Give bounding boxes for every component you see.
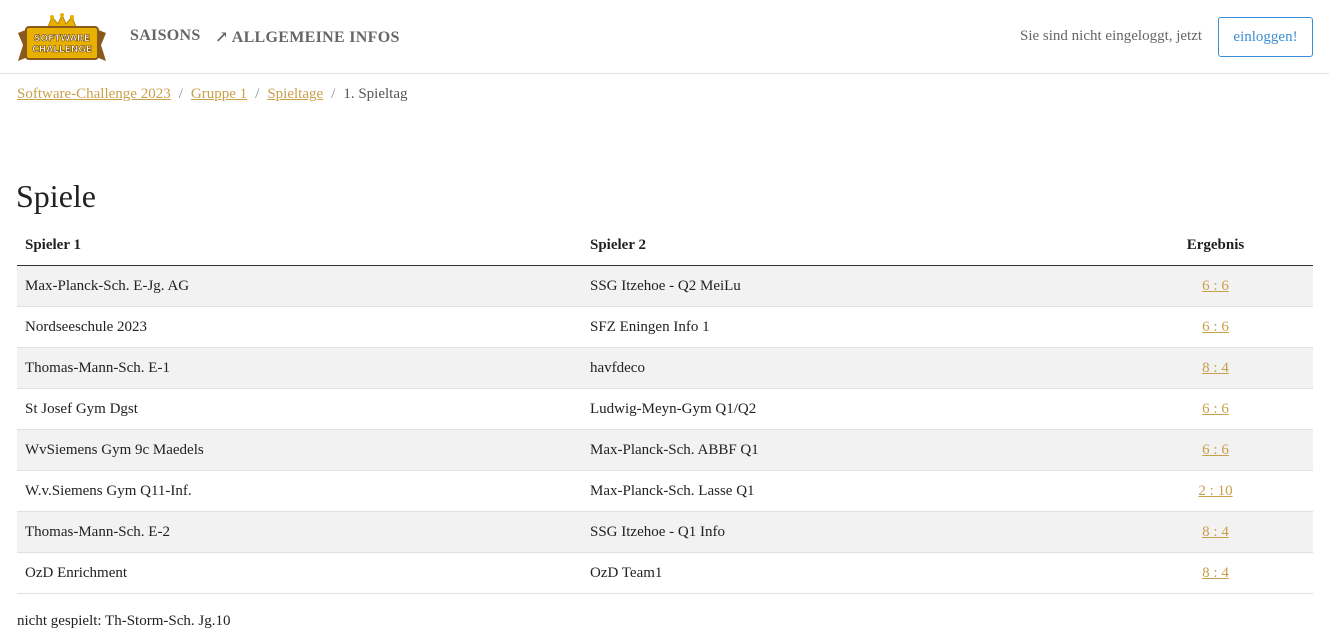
player-2-cell: OzD Team1	[582, 552, 1118, 594]
result-cell: 6 : 6	[1118, 265, 1313, 307]
games-table: Spieler 1 Spieler 2 Ergebnis Max-Planck-…	[17, 225, 1313, 594]
nav-saisons-link[interactable]: SAISONS	[130, 27, 201, 45]
result-cell: 8 : 4	[1118, 511, 1313, 553]
table-row: Max-Planck-Sch. E-Jg. AG SSG Itzehoe - Q…	[17, 265, 1313, 307]
table-row: Thomas-Mann-Sch. E-1 havfdeco 8 : 4	[17, 347, 1313, 389]
player-1-cell: WvSiemens Gym 9c Maedels	[17, 429, 582, 471]
breadcrumb-separator: /	[178, 86, 183, 102]
table-row: Nordseeschule 2023 SFZ Eningen Info 1 6 …	[17, 306, 1313, 348]
player-2-cell: SFZ Eningen Info 1	[582, 306, 1118, 348]
breadcrumb-season-link[interactable]: Software-Challenge 2023	[17, 86, 171, 102]
table-row: W.v.Siemens Gym Q11-Inf. Max-Planck-Sch.…	[17, 470, 1313, 512]
software-challenge-logo[interactable]: SOFTWARE CHALLENGE	[16, 13, 108, 63]
nav-allgemeine-infos-link[interactable]: ↗ ALLGEMEINE INFOS	[215, 27, 400, 47]
result-link[interactable]: 8 : 4	[1202, 565, 1229, 581]
result-link[interactable]: 6 : 6	[1202, 319, 1229, 335]
player-1-cell: Nordseeschule 2023	[17, 306, 582, 348]
table-row: OzD Enrichment OzD Team1 8 : 4	[17, 552, 1313, 594]
header-player-1: Spieler 1	[17, 225, 582, 266]
breadcrumb-separator: /	[331, 86, 336, 102]
player-2-cell: SSG Itzehoe - Q2 MeiLu	[582, 265, 1118, 307]
not-played-note: nicht gespielt: Th-Storm-Sch. Jg.10	[17, 613, 231, 629]
result-link[interactable]: 2 : 10	[1198, 483, 1232, 499]
result-link[interactable]: 8 : 4	[1202, 524, 1229, 540]
breadcrumb: Software-Challenge 2023 / Gruppe 1 / Spielta…	[17, 86, 407, 103]
player-1-cell: Thomas-Mann-Sch. E-1	[17, 347, 582, 389]
header-player-2: Spieler 2	[582, 225, 1118, 266]
breadcrumb-current: 1. Spieltag	[343, 86, 408, 102]
player-2-cell: Ludwig-Meyn-Gym Q1/Q2	[582, 388, 1118, 430]
result-link[interactable]: 6 : 6	[1202, 278, 1229, 294]
player-1-cell: St Josef Gym Dgst	[17, 388, 582, 430]
result-cell: 8 : 4	[1118, 552, 1313, 594]
table-row: WvSiemens Gym 9c Maedels Max-Planck-Sch.…	[17, 429, 1313, 471]
logo-text-top: SOFTWARE	[34, 34, 90, 44]
result-cell: 6 : 6	[1118, 306, 1313, 348]
table-row: St Josef Gym Dgst Ludwig-Meyn-Gym Q1/Q2 …	[17, 388, 1313, 430]
breadcrumb-matchdays-link[interactable]: Spieltage	[267, 86, 323, 102]
breadcrumb-group-link[interactable]: Gruppe 1	[191, 86, 247, 102]
result-cell: 8 : 4	[1118, 347, 1313, 389]
breadcrumb-separator: /	[255, 86, 260, 102]
page-title: Spiele	[16, 178, 96, 214]
player-2-cell: Max-Planck-Sch. Lasse Q1	[582, 470, 1118, 512]
player-1-cell: Max-Planck-Sch. E-Jg. AG	[17, 265, 582, 307]
header-result: Ergebnis	[1118, 225, 1313, 266]
result-cell: 6 : 6	[1118, 429, 1313, 471]
login-status-text: Sie sind nicht eingeloggt, jetzt	[1020, 28, 1203, 44]
player-1-cell: Thomas-Mann-Sch. E-2	[17, 511, 582, 553]
table-header-row: Spieler 1 Spieler 2 Ergebnis	[17, 225, 1313, 266]
player-2-cell: SSG Itzehoe - Q1 Info	[582, 511, 1118, 553]
player-1-cell: OzD Enrichment	[17, 552, 582, 594]
result-link[interactable]: 8 : 4	[1202, 360, 1229, 376]
logo-text-bottom: CHALLENGE	[32, 45, 92, 55]
result-link[interactable]: 6 : 6	[1202, 401, 1229, 417]
top-navbar: SOFTWARE CHALLENGE SAISONS ↗ ALLGEMEINE I…	[0, 0, 1329, 74]
external-link-icon: ↗	[215, 29, 229, 46]
player-2-cell: havfdeco	[582, 347, 1118, 389]
login-button[interactable]: einloggen!	[1218, 17, 1313, 57]
result-cell: 2 : 10	[1118, 470, 1313, 512]
result-cell: 6 : 6	[1118, 388, 1313, 430]
result-link[interactable]: 6 : 6	[1202, 442, 1229, 458]
nav-infos-label: ALLGEMEINE INFOS	[231, 29, 400, 46]
table-row: Thomas-Mann-Sch. E-2 SSG Itzehoe - Q1 In…	[17, 511, 1313, 553]
player-1-cell: W.v.Siemens Gym Q11-Inf.	[17, 470, 582, 512]
player-2-cell: Max-Planck-Sch. ABBF Q1	[582, 429, 1118, 471]
